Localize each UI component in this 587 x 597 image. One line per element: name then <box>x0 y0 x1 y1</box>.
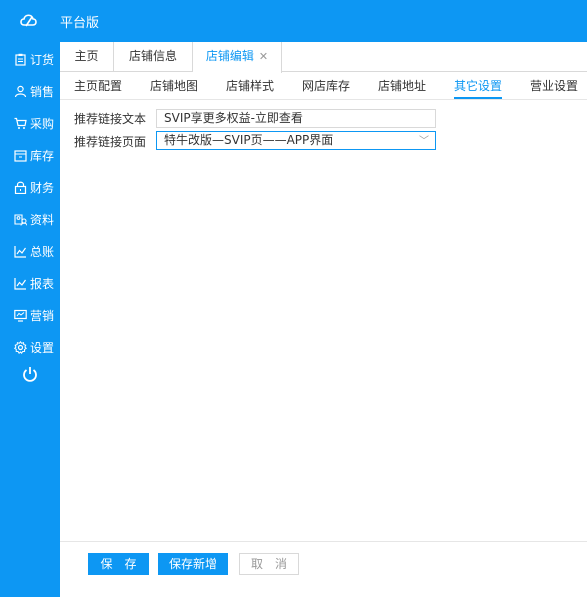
sidebar-item-label: 库存 <box>30 148 55 163</box>
cloud-logo-icon <box>20 14 37 27</box>
app-title: 平台版 <box>60 16 100 31</box>
user-icon <box>14 85 27 98</box>
save-button[interactable]: 保 存 <box>88 553 149 575</box>
sidebar-item-report[interactable]: 报表 <box>0 271 60 295</box>
clipboard-icon <box>14 53 27 66</box>
chart-icon <box>14 245 27 258</box>
tab-bar: 主页 店铺信息 店铺编辑 ✕ <box>60 42 587 73</box>
subnav-business-settings[interactable]: 营业设置 <box>530 77 578 94</box>
save-and-new-button[interactable]: 保存新增 <box>158 553 228 575</box>
tab-label: 店铺编辑 <box>205 49 254 63</box>
link-page-label: 推荐链接页面 <box>74 135 147 149</box>
sidebar-item-label: 财务 <box>30 180 55 195</box>
top-bar: 平台版 <box>0 0 587 42</box>
sidebar: 订货 销售 采购 库存 财务 资料 总账 报表 营销 设置 <box>0 42 60 597</box>
link-text-label: 推荐链接文本 <box>74 112 147 126</box>
link-page-value: 特牛改版—SVIP页——APP界面 <box>164 133 334 147</box>
sidebar-item-sales[interactable]: 销售 <box>0 79 60 103</box>
sidebar-item-label: 采购 <box>30 116 55 131</box>
sidebar-item-order[interactable]: 订货 <box>0 47 60 71</box>
tab-label: 主页 <box>74 49 99 63</box>
sidebar-item-label: 资料 <box>30 212 55 227</box>
sidebar-item-label: 营销 <box>30 308 55 323</box>
subnav-other-settings[interactable]: 其它设置 <box>454 77 503 99</box>
subnav-store-address[interactable]: 店铺地址 <box>378 77 426 94</box>
sidebar-item-ledger[interactable]: 总账 <box>0 239 60 263</box>
cart-icon <box>14 117 27 130</box>
subnav-store-inventory[interactable]: 网店库存 <box>302 77 350 94</box>
cancel-button[interactable]: 取 消 <box>239 553 299 575</box>
tab-store-info[interactable]: 店铺信息 <box>114 42 193 72</box>
sub-nav: 主页配置 店铺地图 店铺样式 网店库存 店铺地址 其它设置 营业设置 <box>60 72 587 100</box>
sidebar-item-settings[interactable]: 设置 <box>0 335 60 359</box>
monitor-icon <box>14 309 27 322</box>
sidebar-item-finance[interactable]: 财务 <box>0 175 60 199</box>
sidebar-item-marketing[interactable]: 营销 <box>0 303 60 327</box>
sidebar-item-purchase[interactable]: 采购 <box>0 111 60 135</box>
gear-icon <box>14 340 27 354</box>
chevron-down-icon: ﹀ <box>419 136 429 147</box>
subnav-store-map[interactable]: 店铺地图 <box>150 77 198 94</box>
chart-icon <box>14 277 27 290</box>
subnav-store-style[interactable]: 店铺样式 <box>226 77 274 94</box>
lock-icon <box>14 181 27 194</box>
sidebar-item-data[interactable]: 资料 <box>0 207 60 231</box>
tab-label: 店铺信息 <box>128 49 177 63</box>
warehouse-icon <box>14 149 27 162</box>
tab-home[interactable]: 主页 <box>60 42 114 72</box>
close-icon[interactable]: ✕ <box>259 50 268 63</box>
subnav-home-config[interactable]: 主页配置 <box>74 77 122 94</box>
sidebar-item-label: 设置 <box>30 340 55 355</box>
sidebar-item-label: 订货 <box>30 52 55 67</box>
sidebar-item-label: 报表 <box>30 276 55 291</box>
footer-actions: 保 存 保存新增 取 消 <box>60 541 587 597</box>
link-text-input[interactable]: SVIP享更多权益-立即查看 <box>156 109 436 128</box>
tab-store-edit[interactable]: 店铺编辑 ✕ <box>193 42 282 73</box>
link-text-value: SVIP享更多权益-立即查看 <box>164 111 303 125</box>
power-icon[interactable] <box>22 366 38 382</box>
sidebar-item-label: 销售 <box>30 84 55 99</box>
sidebar-item-label: 总账 <box>30 244 55 259</box>
sidebar-item-inventory[interactable]: 库存 <box>0 143 60 167</box>
link-page-select[interactable]: 特牛改版—SVIP页——APP界面 ﹀ <box>156 131 436 150</box>
profile-icon <box>14 213 27 226</box>
